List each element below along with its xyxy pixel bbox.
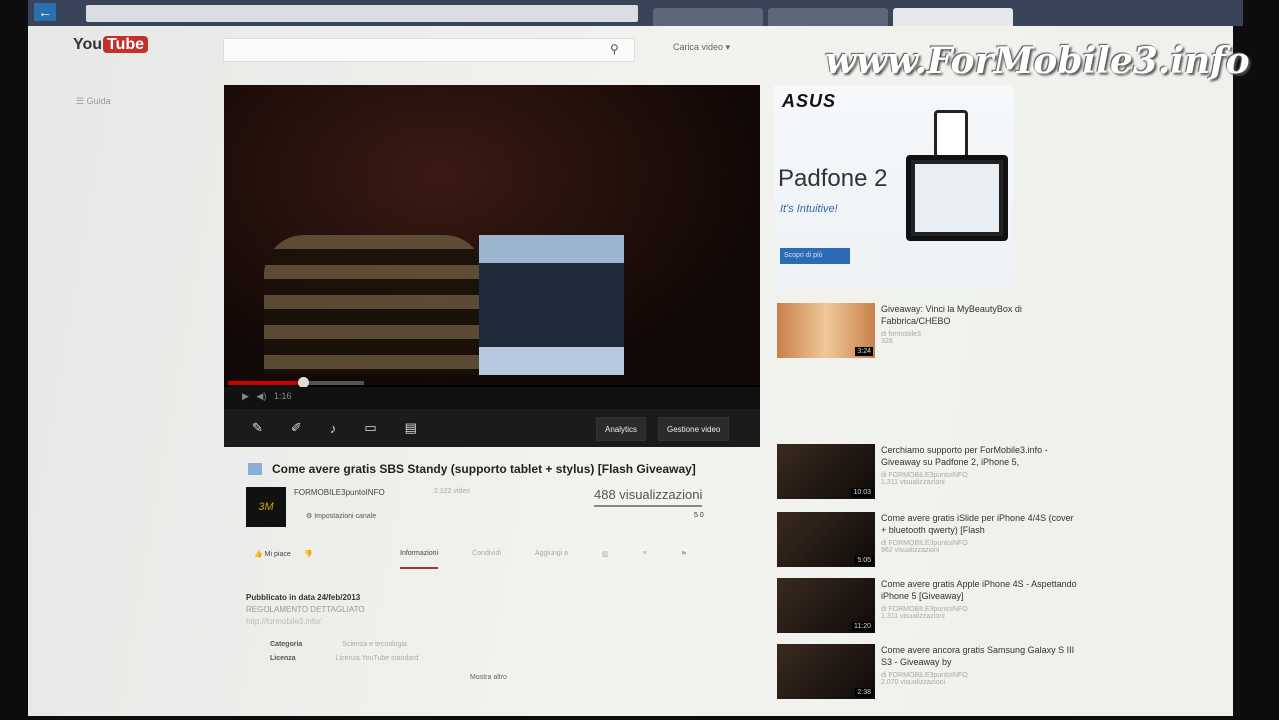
video-thumbnail[interactable]: 10:03 [777, 444, 875, 499]
related-channel: di FORMOBILE3puntoINFO [881, 540, 968, 547]
view-count: 488 visualizzazioni [594, 487, 703, 507]
wand-icon[interactable]: ✐ [291, 420, 302, 436]
related-video[interactable]: 10:03 Cerchiamo supporto per ForMobile3.… [777, 444, 1117, 500]
stats-icon[interactable]: ▥ [602, 550, 609, 569]
video-player[interactable]: ▶ ◀) 1:16 ✎ ✐ ♪ ▭ ▤ Analytics Gestione v… [224, 85, 760, 447]
browser-tab[interactable] [653, 8, 763, 26]
analytics-button[interactable]: Analytics [596, 417, 647, 441]
related-channel: di formobile3 [881, 331, 922, 338]
related-views: 1.311 visualizzazioni [881, 613, 945, 620]
related-views: 328 [881, 338, 893, 345]
browser-toolbar: ← [28, 0, 1243, 26]
related-channel: di FORMOBILE3puntoINFO [881, 472, 968, 479]
guide-label: Guida [86, 96, 111, 106]
action-tabs: Informazioni Condividi Aggiungi a ▥ ≡ ⚑ [400, 550, 687, 569]
related-title[interactable]: Come avere ancora gratis Samsung Galaxy … [881, 644, 1081, 668]
description: Pubblicato in data 24/feb/2013 REGOLAMEN… [246, 592, 365, 628]
browser-tab[interactable] [768, 8, 888, 26]
like-counts: 5 0 [694, 512, 704, 519]
tab-info[interactable]: Informazioni [400, 550, 439, 569]
related-views: 2.070 visualizzazioni [881, 679, 946, 686]
related-meta: di FORMOBILE3puntoINFO 2.070 visualizzazi… [881, 672, 968, 686]
related-title[interactable]: Come avere gratis Apple iPhone 4S - Aspe… [881, 578, 1081, 602]
duration: 10:03 [851, 488, 873, 497]
captions-icon[interactable]: ▤ [405, 420, 417, 436]
video-thumbnail[interactable]: 2:38 [777, 644, 875, 699]
logo-you: You [73, 36, 103, 53]
video-thumbnail[interactable]: 11:20 [777, 578, 875, 633]
ad-tagline: It's Intuitive! [780, 203, 838, 215]
channel-avatar[interactable]: 3M [246, 487, 286, 527]
watermark: www.ForMobile3.info [825, 40, 1250, 82]
related-channel: di FORMOBILE3puntoINFO [881, 672, 968, 679]
related-title[interactable]: Cerchiamo supporto per ForMobile3.info -… [881, 444, 1081, 468]
related-views: 1.311 visualizzazioni [881, 479, 945, 486]
category-value[interactable]: Scienza e tecnologia [342, 641, 407, 648]
like-button[interactable]: 👍 Mi piace 👎 [254, 550, 313, 558]
manage-video-button[interactable]: Gestione video [658, 417, 730, 441]
ad-button[interactable]: Scopri di più [780, 248, 850, 264]
browser-tab-active[interactable] [893, 8, 1013, 26]
asus-ad[interactable]: ASUS Padfone 2 It's Intuitive! Scopri di… [774, 85, 1014, 289]
ad-product: Padfone 2 [778, 165, 888, 192]
license-label: Licenza [270, 655, 296, 662]
tablet-image [906, 155, 1008, 241]
progress-bar[interactable] [228, 377, 364, 388]
related-title[interactable]: Come avere gratis iSlide per iPhone 4/4S… [881, 512, 1081, 536]
flag-icon[interactable]: ⚑ [681, 550, 687, 569]
tab-share[interactable]: Condividi [472, 550, 501, 569]
duration: 11:20 [852, 622, 873, 631]
rules-text: REGOLAMENTO DETTAGLIATO [246, 605, 365, 614]
video-thumbnail[interactable]: 3:24 [777, 303, 875, 358]
like-label: Mi piace [264, 551, 291, 558]
related-meta: di FORMOBILE3puntoINFO 1.311 visualizzazi… [881, 472, 968, 486]
related-meta: di FORMOBILE3puntoINFO 962 visualizzazion… [881, 540, 968, 554]
annotation-icon[interactable]: ▭ [364, 420, 376, 436]
address-bar[interactable] [86, 5, 638, 22]
related-video[interactable]: 3:24 Giveaway: Vinci la MyBeautyBox di F… [777, 303, 1117, 359]
search-icon[interactable]: ⚲ [610, 42, 619, 56]
related-meta: di formobile3 328 [881, 331, 921, 345]
tab-add-to[interactable]: Aggiungi a [535, 550, 568, 569]
video-metadata: Categoria Scienza e tecnologia Licenza Lic… [270, 638, 418, 666]
description-link[interactable]: http://formobile3.info/ [246, 616, 365, 628]
related-video[interactable]: 2:38 Come avere ancora gratis Samsung Ga… [777, 644, 1117, 700]
time-display: 1:16 [273, 391, 292, 401]
show-more-button[interactable]: Mostra altro [470, 674, 507, 681]
related-video[interactable]: 11:20 Come avere gratis Apple iPhone 4S … [777, 578, 1117, 634]
dislike-icon[interactable]: 👎 [304, 551, 313, 558]
video-frame [224, 85, 760, 385]
related-video[interactable]: 5:05 Come avere gratis iSlide per iPhone… [777, 512, 1117, 568]
duration: 2:38 [855, 688, 873, 697]
category-label: Categoria [270, 641, 303, 648]
related-meta: di FORMOBILE3puntoINFO 1.311 visualizzazi… [881, 606, 968, 620]
license-value[interactable]: Licenza YouTube standard [336, 655, 419, 662]
related-views: 962 visualizzazioni [881, 547, 940, 554]
transcript-icon[interactable]: ≡ [643, 550, 647, 569]
youtube-page: You Tube ⚲ Carica video ▾ ☰ Guida ▶ ◀) 1:… [28, 26, 1250, 716]
upload-button[interactable]: Carica video ▾ [673, 42, 730, 53]
channel-settings-label: Impostazioni canale [314, 513, 377, 520]
phone-image [934, 110, 968, 158]
pencil-icon[interactable]: ✎ [252, 420, 263, 436]
duration: 5:05 [855, 556, 873, 565]
music-icon[interactable]: ♪ [330, 421, 337, 436]
back-button[interactable]: ← [34, 3, 56, 21]
channel-settings-link[interactable]: ⚙ Impostazioni canale [306, 512, 376, 520]
player-controls: ▶ ◀) 1:16 [224, 387, 760, 409]
youtube-logo[interactable]: You Tube [73, 36, 149, 54]
video-title: Come avere gratis SBS Standy (supporto t… [248, 462, 696, 476]
ad-brand: ASUS [782, 91, 837, 111]
guide-button[interactable]: ☰ Guida [76, 96, 111, 107]
logo-tube: Tube [103, 36, 149, 53]
publish-date: Pubblicato in data 24/feb/2013 [246, 593, 361, 602]
search-input[interactable] [223, 38, 635, 62]
related-channel: di FORMOBILE3puntoINFO [881, 606, 968, 613]
video-count: 2.122 video [434, 488, 471, 495]
video-thumbnail[interactable]: 5:05 [777, 512, 875, 567]
duration: 3:24 [855, 347, 873, 356]
related-title[interactable]: Giveaway: Vinci la MyBeautyBox di Fabbri… [881, 303, 1081, 327]
channel-name[interactable]: FORMOBILE3puntoINFO [294, 488, 385, 497]
